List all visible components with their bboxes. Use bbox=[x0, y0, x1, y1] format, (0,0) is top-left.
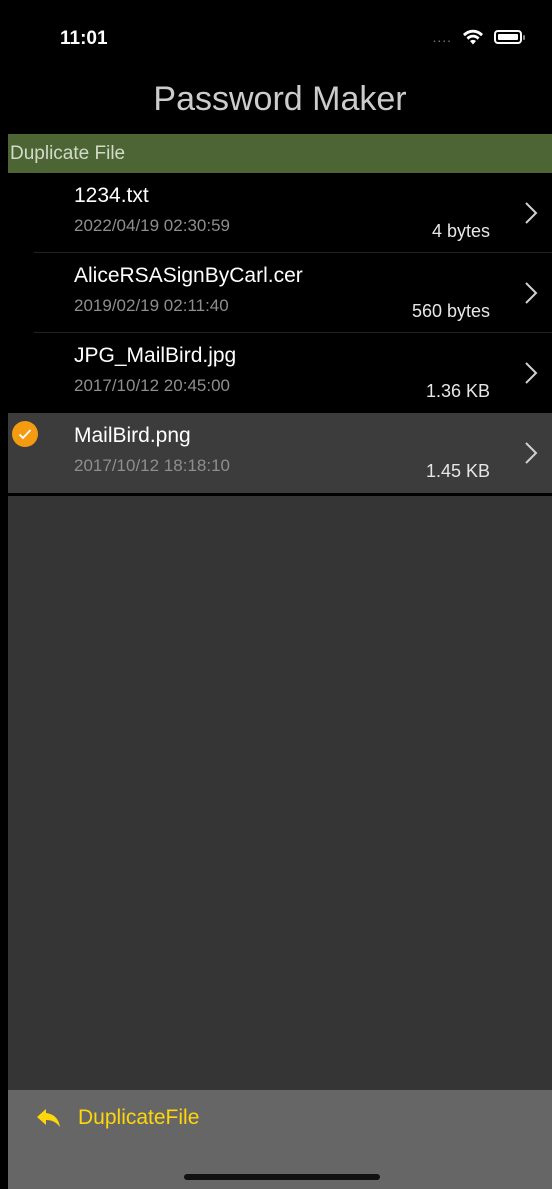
file-name: 1234.txt bbox=[74, 184, 149, 207]
file-date: 2017/10/12 18:18:10 bbox=[74, 456, 230, 475]
empty-list-area bbox=[8, 496, 552, 1090]
file-name: AliceRSASignByCarl.cer bbox=[74, 264, 303, 287]
chevron-right-icon bbox=[525, 282, 538, 304]
file-row[interactable]: AliceRSASignByCarl.cer 2019/02/19 02:11:… bbox=[8, 253, 552, 333]
file-list: 1234.txt 2022/04/19 02:30:59 4 bytes Ali… bbox=[8, 173, 552, 493]
file-row[interactable]: 1234.txt 2022/04/19 02:30:59 4 bytes bbox=[8, 173, 552, 253]
status-icons: .... bbox=[432, 28, 525, 46]
file-row[interactable]: JPG_MailBird.jpg 2017/10/12 20:45:00 1.3… bbox=[8, 333, 552, 413]
file-size: 4 bytes bbox=[431, 221, 490, 241]
file-size: 1.36 KB bbox=[425, 381, 490, 401]
status-bar: 11:01 .... bbox=[0, 0, 552, 72]
screen: 11:01 .... Password Maker Duplicate File… bbox=[0, 0, 552, 1189]
section-header: Duplicate File bbox=[8, 134, 552, 173]
chevron-right-icon bbox=[525, 442, 538, 464]
wifi-icon bbox=[463, 29, 483, 45]
file-name: JPG_MailBird.jpg bbox=[74, 344, 237, 367]
left-edge bbox=[0, 0, 8, 1189]
chevron-right-icon bbox=[525, 362, 538, 384]
battery-icon bbox=[494, 30, 525, 44]
home-indicator bbox=[184, 1174, 380, 1180]
nav-title: Password Maker bbox=[153, 80, 407, 118]
reply-arrow-icon bbox=[37, 1109, 60, 1127]
file-row-selected[interactable]: MailBird.png 2017/10/12 18:18:10 1.45 KB bbox=[8, 413, 552, 493]
signal-icon: .... bbox=[432, 29, 452, 45]
file-name: MailBird.png bbox=[74, 424, 191, 447]
file-date: 2017/10/12 20:45:00 bbox=[74, 376, 230, 395]
section-title: Duplicate File bbox=[10, 143, 126, 164]
chevron-right-icon bbox=[525, 202, 538, 224]
file-size: 560 bytes bbox=[411, 301, 490, 321]
duplicate-file-label: DuplicateFile bbox=[78, 1106, 200, 1129]
checkmark-icon[interactable] bbox=[12, 421, 38, 447]
duplicate-file-button[interactable]: DuplicateFile bbox=[36, 1106, 199, 1130]
file-date: 2019/02/19 02:11:40 bbox=[74, 296, 229, 315]
file-size: 1.45 KB bbox=[425, 461, 490, 481]
file-date: 2022/04/19 02:30:59 bbox=[74, 216, 230, 235]
status-time: 11:01 bbox=[60, 28, 108, 49]
